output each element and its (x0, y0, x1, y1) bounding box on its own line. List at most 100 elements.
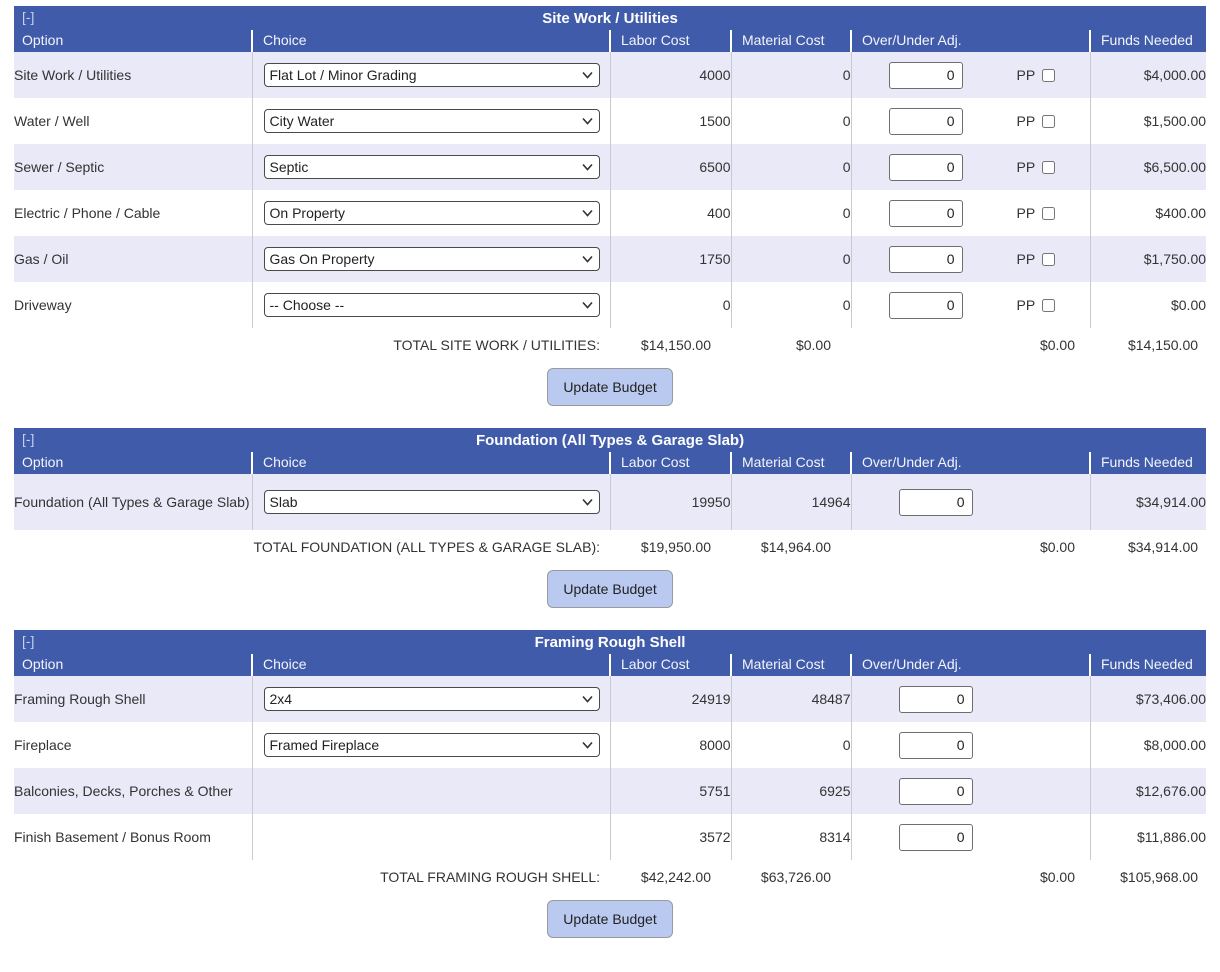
material-cost-value: 8314 (731, 814, 851, 860)
over-under-adj-input[interactable] (889, 62, 963, 89)
col-header-material-cost: Material Cost (731, 30, 851, 52)
total-label: TOTAL FOUNDATION (ALL TYPES & GARAGE SLA… (14, 530, 610, 564)
choice-select[interactable]: Flat Lot / Minor Grading (264, 63, 600, 87)
choice-select-wrap: Flat Lot / Minor Grading (264, 63, 600, 87)
total-over-under-adj: $0.00 (851, 860, 1090, 894)
section-framing-rough-shell: [-] Framing Rough Shell Option Choice La… (14, 630, 1206, 946)
labor-cost-value: 3572 (610, 814, 731, 860)
collapse-toggle-link[interactable]: [-] (22, 431, 34, 447)
update-budget-button[interactable]: Update Budget (547, 900, 672, 938)
col-header-funds-needed: Funds Needed (1090, 654, 1206, 676)
section-title: Framing Rough Shell (535, 634, 686, 651)
material-cost-value: 0 (731, 190, 851, 236)
section-header: [-] Framing Rough Shell (14, 630, 1206, 654)
totals-row: TOTAL SITE WORK / UTILITIES: $14,150.00 … (14, 328, 1206, 362)
col-header-option: Option (14, 30, 252, 52)
over-under-adj-input[interactable] (889, 154, 963, 181)
section-foundation: [-] Foundation (All Types & Garage Slab)… (14, 428, 1206, 616)
labor-cost-value: 5751 (610, 768, 731, 814)
pp-label: PP (1017, 113, 1036, 129)
over-under-adj-input[interactable] (889, 200, 963, 227)
column-header-row: Option Choice Labor Cost Material Cost O… (14, 30, 1206, 52)
collapse-toggle-link[interactable]: [-] (22, 633, 34, 649)
material-cost-value: 0 (731, 52, 851, 98)
choice-select-wrap: -- Choose -- (264, 293, 600, 317)
col-header-labor-cost: Labor Cost (610, 30, 731, 52)
choice-select-wrap: Slab (264, 490, 600, 514)
section-title: Site Work / Utilities (542, 10, 678, 27)
pp-checkbox[interactable] (1042, 253, 1055, 266)
col-header-option: Option (14, 452, 252, 474)
button-row: Update Budget (14, 362, 1206, 414)
update-budget-button[interactable]: Update Budget (547, 570, 672, 608)
pp-label: PP (1017, 297, 1036, 313)
total-material-cost: $63,726.00 (731, 860, 851, 894)
col-header-labor-cost: Labor Cost (610, 654, 731, 676)
pp-checkbox[interactable] (1042, 69, 1055, 82)
material-cost-value: 0 (731, 98, 851, 144)
option-label: Finish Basement / Bonus Room (14, 814, 252, 860)
column-header-row: Option Choice Labor Cost Material Cost O… (14, 654, 1206, 676)
pp-checkbox[interactable] (1042, 161, 1055, 174)
section-site-work-utilities: [-] Site Work / Utilities Option Choice … (14, 6, 1206, 414)
table-row: Fireplace Framed Fireplace 8000 0 $8,000… (14, 722, 1206, 768)
table-row: Finish Basement / Bonus Room 3572 8314 $… (14, 814, 1206, 860)
pp-label: PP (1017, 159, 1036, 175)
option-label: Water / Well (14, 98, 252, 144)
pp-checkbox[interactable] (1042, 115, 1055, 128)
option-label: Site Work / Utilities (14, 52, 252, 98)
total-label: TOTAL FRAMING ROUGH SHELL: (14, 860, 610, 894)
col-header-choice: Choice (252, 30, 610, 52)
funds-needed-value: $1,750.00 (1090, 236, 1206, 282)
over-under-adj-input[interactable] (899, 778, 973, 805)
choice-select[interactable]: Gas On Property (264, 247, 600, 271)
choice-select[interactable]: City Water (264, 109, 600, 133)
choice-select-wrap: Gas On Property (264, 247, 600, 271)
total-labor-cost: $42,242.00 (610, 860, 731, 894)
section-header: [-] Foundation (All Types & Garage Slab) (14, 428, 1206, 452)
material-cost-value: 48487 (731, 676, 851, 722)
total-material-cost: $14,964.00 (731, 530, 851, 564)
button-row: Update Budget (14, 894, 1206, 946)
table-row: Sewer / Septic Septic 6500 0 PP $6,500.0… (14, 144, 1206, 190)
update-budget-button[interactable]: Update Budget (547, 368, 672, 406)
table-row: Gas / Oil Gas On Property 1750 0 PP $1,7… (14, 236, 1206, 282)
totals-row: TOTAL FOUNDATION (ALL TYPES & GARAGE SLA… (14, 530, 1206, 564)
pp-checkbox[interactable] (1042, 207, 1055, 220)
option-label: Electric / Phone / Cable (14, 190, 252, 236)
over-under-adj-input[interactable] (899, 732, 973, 759)
section-title-bar: [-] Foundation (All Types & Garage Slab) (14, 428, 1206, 452)
collapse-toggle-link[interactable]: [-] (22, 9, 34, 25)
choice-select[interactable]: On Property (264, 201, 600, 225)
choice-select[interactable]: -- Choose -- (264, 293, 600, 317)
pp-label: PP (1017, 67, 1036, 83)
option-label: Gas / Oil (14, 236, 252, 282)
over-under-adj-input[interactable] (889, 292, 963, 319)
choice-select-wrap: Framed Fireplace (264, 733, 600, 757)
choice-select-wrap: 2x4 (264, 687, 600, 711)
choice-select[interactable]: Septic (264, 155, 600, 179)
funds-needed-value: $73,406.00 (1090, 676, 1206, 722)
over-under-adj-input[interactable] (899, 686, 973, 713)
over-under-adj-input[interactable] (899, 824, 973, 851)
pp-checkbox[interactable] (1042, 299, 1055, 312)
labor-cost-value: 24919 (610, 676, 731, 722)
funds-needed-value: $34,914.00 (1090, 474, 1206, 530)
over-under-adj-input[interactable] (889, 108, 963, 135)
totals-row: TOTAL FRAMING ROUGH SHELL: $42,242.00 $6… (14, 860, 1206, 894)
choice-select[interactable]: Framed Fireplace (264, 733, 600, 757)
section-title-bar: [-] Framing Rough Shell (14, 630, 1206, 654)
labor-cost-value: 6500 (610, 144, 731, 190)
choice-select[interactable]: Slab (264, 490, 600, 514)
table-row: Framing Rough Shell 2x4 24919 48487 $73,… (14, 676, 1206, 722)
table-row: Electric / Phone / Cable On Property 400… (14, 190, 1206, 236)
section-header: [-] Site Work / Utilities (14, 6, 1206, 30)
choice-select[interactable]: 2x4 (264, 687, 600, 711)
column-header-row: Option Choice Labor Cost Material Cost O… (14, 452, 1206, 474)
total-over-under-adj: $0.00 (851, 530, 1090, 564)
over-under-adj-input[interactable] (899, 489, 973, 516)
option-label: Driveway (14, 282, 252, 328)
col-header-over-under-adj: Over/Under Adj. (851, 654, 1090, 676)
over-under-adj-input[interactable] (889, 246, 963, 273)
funds-needed-value: $0.00 (1090, 282, 1206, 328)
